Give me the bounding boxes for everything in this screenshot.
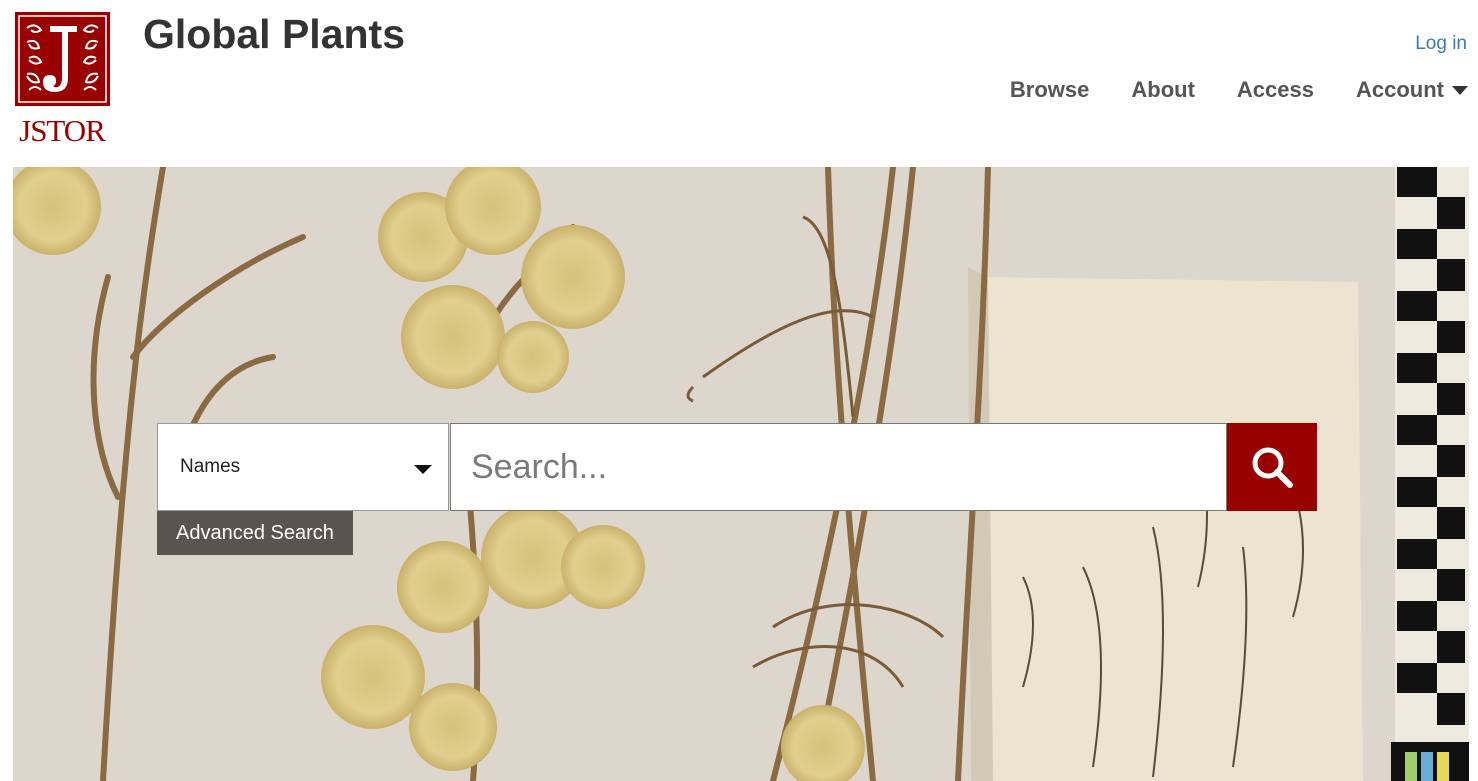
search-input[interactable] bbox=[450, 423, 1227, 511]
nav-about-label: About bbox=[1131, 77, 1195, 102]
jstor-logo-text: JSTOR bbox=[19, 113, 106, 148]
caret-down-icon bbox=[414, 465, 432, 474]
main-nav: Browse About Access Account bbox=[1010, 76, 1468, 104]
caret-down-icon bbox=[1452, 85, 1468, 95]
search-type-select[interactable]: Names bbox=[157, 423, 449, 511]
jstor-logo[interactable]: JSTOR bbox=[12, 10, 112, 150]
nav-browse-label: Browse bbox=[1009, 77, 1090, 102]
search-type-value: Names bbox=[180, 456, 241, 477]
magnifier-icon bbox=[1252, 447, 1293, 488]
nav-about[interactable]: About bbox=[1131, 76, 1195, 104]
nav-access[interactable]: Access bbox=[1237, 76, 1314, 104]
advanced-search-label: Advanced Search bbox=[176, 521, 334, 544]
login-link[interactable]: Log in bbox=[1415, 33, 1467, 55]
advanced-search-button[interactable]: Advanced Search bbox=[157, 511, 353, 555]
search-button[interactable] bbox=[1227, 423, 1317, 511]
nav-account[interactable]: Account bbox=[1356, 76, 1468, 104]
jstor-logo-emblem bbox=[15, 12, 110, 106]
nav-browse[interactable]: Browse bbox=[1010, 76, 1089, 104]
site-title[interactable]: Global Plants bbox=[143, 10, 405, 58]
nav-account-label: Account bbox=[1356, 77, 1444, 102]
nav-access-label: Access bbox=[1236, 77, 1314, 102]
